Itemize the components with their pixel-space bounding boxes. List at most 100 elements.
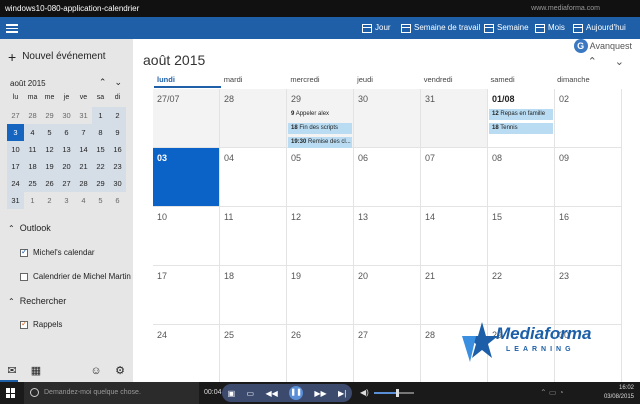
rewind-icon[interactable]: ◀◀ <box>265 389 277 398</box>
volume-icon[interactable]: ◀) <box>360 382 369 404</box>
view-day-button[interactable]: Jour <box>362 17 391 39</box>
mini-day[interactable]: 2 <box>41 192 58 209</box>
mini-day[interactable]: 25 <box>24 175 41 192</box>
day-cell[interactable]: 30 <box>354 89 421 148</box>
day-cell[interactable]: 14 <box>421 207 488 266</box>
mail-icon[interactable]: ✉ <box>6 366 18 377</box>
day-cell[interactable]: 13 <box>354 207 421 266</box>
mini-day[interactable]: 4 <box>75 192 92 209</box>
day-cell[interactable]: 01/08 12 Repas en famille 18 Tennis <box>488 89 555 148</box>
mini-day[interactable]: 17 <box>7 158 24 175</box>
day-cell[interactable]: 18 <box>220 266 287 325</box>
mini-day[interactable]: 11 <box>24 141 41 158</box>
calendar-event[interactable]: 19:30 Remise des cl... <box>288 137 352 148</box>
mini-day[interactable]: 16 <box>109 141 126 158</box>
mini-day[interactable]: 21 <box>75 158 92 175</box>
day-cell[interactable]: 31 <box>421 89 488 148</box>
gear-icon[interactable]: ⚙ <box>114 366 126 377</box>
mini-day[interactable]: 6 <box>58 124 75 141</box>
day-cell[interactable]: 02 <box>555 89 622 148</box>
mini-day[interactable]: 29 <box>41 107 58 124</box>
mini-day[interactable]: 13 <box>58 141 75 158</box>
mini-day[interactable]: 22 <box>92 158 109 175</box>
mini-day[interactable]: 31 <box>7 192 24 209</box>
mini-day[interactable]: 28 <box>24 107 41 124</box>
forward-icon[interactable]: ▶▶ <box>314 389 326 398</box>
mini-day[interactable]: 28 <box>75 175 92 192</box>
day-cell[interactable]: 20 <box>354 266 421 325</box>
skip-icon[interactable]: ▶| <box>338 389 346 398</box>
view-month-button[interactable]: Mois <box>535 17 565 39</box>
mini-day[interactable]: 12 <box>41 141 58 158</box>
day-cell[interactable]: 03 <box>153 148 220 207</box>
day-cell[interactable]: 27 <box>354 325 421 384</box>
calendar-rappels[interactable]: Rappels <box>20 319 62 329</box>
calendar-event[interactable]: 9 Appeler alex <box>288 109 352 120</box>
mini-day[interactable]: 29 <box>92 175 109 192</box>
mini-day[interactable]: 5 <box>41 124 58 141</box>
day-cell[interactable]: 09 <box>555 148 622 207</box>
view-week-button[interactable]: Semaine <box>484 17 529 39</box>
mini-day[interactable]: 26 <box>41 175 58 192</box>
checkbox-michel-martin[interactable] <box>20 272 28 281</box>
hamburger-menu-icon[interactable] <box>6 22 18 34</box>
day-cell[interactable]: 28 <box>220 89 287 148</box>
day-cell[interactable]: 11 <box>220 207 287 266</box>
mini-day[interactable]: 23 <box>109 158 126 175</box>
mini-day[interactable]: 4 <box>24 124 41 141</box>
mini-day[interactable]: 2 <box>109 107 126 124</box>
new-event-button[interactable]: + Nouvel événement <box>8 50 106 64</box>
calendar-michel-martin[interactable]: Calendrier de Michel Martin <box>20 272 131 281</box>
mini-day[interactable]: 1 <box>92 107 109 124</box>
day-cell[interactable]: 16 <box>555 207 622 266</box>
day-cell[interactable]: 29 9 Appeler alex 18 Fin des scripts 19:30 … <box>287 89 354 148</box>
mini-day[interactable]: 10 <box>7 141 24 158</box>
day-cell[interactable]: 04 <box>220 148 287 207</box>
mini-day[interactable]: 27 <box>58 175 75 192</box>
section-rechercher[interactable]: ⌃ Rechercher <box>8 296 66 306</box>
day-cell[interactable]: 07 <box>421 148 488 207</box>
chevron-up-icon[interactable]: ⌃ <box>99 77 107 88</box>
chevron-down-icon[interactable]: ⌄ <box>615 55 624 68</box>
view-workweek-button[interactable]: Semaine de travail <box>401 17 480 39</box>
checkbox-michels-calendar[interactable] <box>20 247 28 257</box>
volume-slider[interactable] <box>374 389 414 397</box>
mini-day[interactable]: 9 <box>109 124 126 141</box>
mini-day[interactable]: 31 <box>75 107 92 124</box>
taskbar-clock[interactable]: 16:02 03/08/2015 <box>604 384 634 402</box>
mini-day[interactable]: 14 <box>75 141 92 158</box>
mini-day[interactable]: 20 <box>58 158 75 175</box>
calendar-event[interactable]: 12 Repas en famille <box>489 109 553 120</box>
day-cell[interactable]: 06 <box>354 148 421 207</box>
calendar-event[interactable]: 18 Fin des scripts <box>288 123 352 134</box>
screen-icon[interactable]: ▭ <box>247 389 255 398</box>
mini-day[interactable]: 7 <box>75 124 92 141</box>
calendar-michels[interactable]: Michel's calendar <box>20 247 95 257</box>
taskbar-search[interactable]: Demandez-moi quelque chose. <box>24 382 199 404</box>
mini-day[interactable]: 30 <box>109 175 126 192</box>
mini-day[interactable]: 6 <box>109 192 126 209</box>
day-cell[interactable]: 15 <box>488 207 555 266</box>
smiley-icon[interactable]: ☺ <box>90 366 102 377</box>
day-cell[interactable]: 05 <box>287 148 354 207</box>
day-cell[interactable]: 21 <box>421 266 488 325</box>
mini-day[interactable]: 24 <box>7 175 24 192</box>
windows-start-icon[interactable] <box>6 388 16 398</box>
day-cell[interactable]: 27/07 <box>153 89 220 148</box>
day-cell[interactable]: 23 <box>555 266 622 325</box>
mini-day[interactable]: 30 <box>58 107 75 124</box>
mini-day[interactable]: 27 <box>7 107 24 124</box>
calendar-event[interactable]: 18 Tennis <box>489 123 553 134</box>
mini-day[interactable]: 8 <box>92 124 109 141</box>
chevron-up-icon[interactable]: ⌃ <box>588 55 597 68</box>
mini-day[interactable]: 19 <box>41 158 58 175</box>
record-icon[interactable]: ▣ <box>228 389 236 398</box>
today-button[interactable]: Aujourd'hui <box>573 17 626 39</box>
day-cell[interactable]: 12 <box>287 207 354 266</box>
day-cell[interactable]: 26 <box>287 325 354 384</box>
pause-icon[interactable]: ❚❚ <box>289 386 304 400</box>
day-cell[interactable]: 24 <box>153 325 220 384</box>
mini-day[interactable]: 1 <box>24 192 41 209</box>
mini-day[interactable]: 3 <box>58 192 75 209</box>
mini-day[interactable]: 18 <box>24 158 41 175</box>
